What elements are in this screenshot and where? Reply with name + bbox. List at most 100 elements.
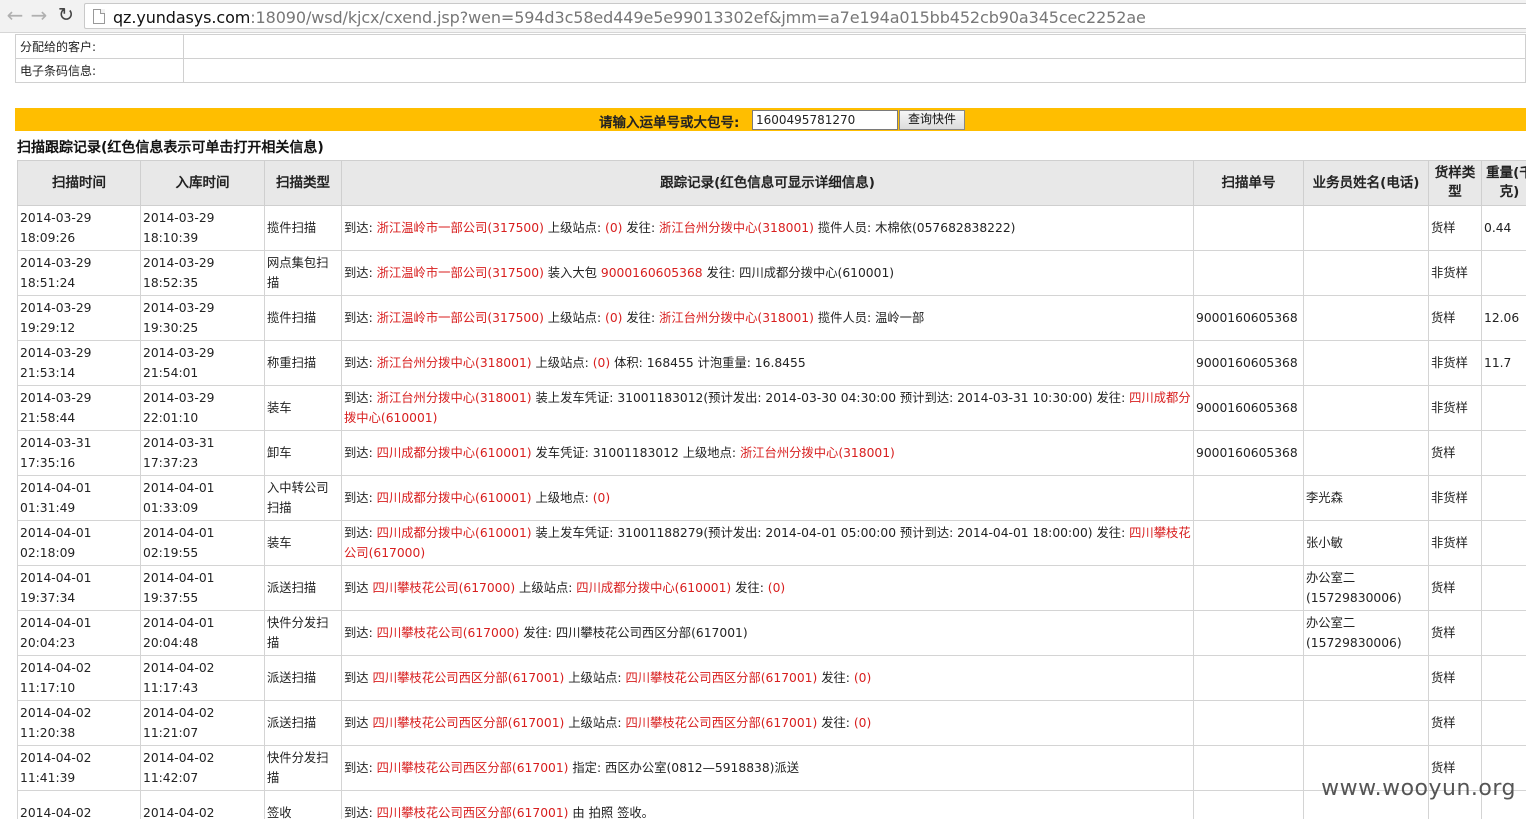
track-text: 发往: [817, 716, 854, 730]
scan-time-cell-date: 2014-04-02 [20, 661, 92, 675]
search-bar: 请输入运单号或大包号: 查询快件 [15, 108, 1526, 131]
weight-cell: 0.44 [1481, 205, 1526, 251]
track-link[interactable]: 四川攀枝花公司西区分部(617001) [373, 671, 565, 685]
staff-cell [1303, 700, 1429, 746]
in-time-cell-clock: 19:37:55 [143, 591, 199, 605]
in-time-cell-date: 2014-03-29 [143, 211, 215, 225]
track-link[interactable]: 四川攀枝花公司西区分部(617001) [625, 671, 817, 685]
header-weight: 重量(千克) [1481, 160, 1526, 206]
track-link[interactable]: 浙江温岭市一部公司(317500) [377, 266, 544, 280]
track-link[interactable]: (0) [605, 311, 622, 325]
track-link[interactable]: (0) [854, 671, 871, 685]
track-link[interactable]: 四川成都分拨中心(610001) [576, 581, 731, 595]
scan-time-cell: 2014-04-01 01:31:49 [17, 475, 141, 521]
scan-time-cell-date: 2014-03-29 [20, 211, 92, 225]
track-link[interactable]: 浙江温岭市一部公司(317500) [377, 221, 544, 235]
table-row: 2014-03-29 18:09:26 2014-03-29 18:10:39 揽件扫描… [17, 205, 1526, 251]
goods-type-cell: 货样 [1428, 700, 1482, 746]
track-text: 揽件人员: 木棉依(057682838222) [813, 221, 1016, 235]
scan-time-cell-clock: 17:35:16 [20, 456, 76, 470]
scan-type-cell: 快件分发扫描 [264, 610, 342, 656]
back-arrow-icon[interactable]: ← [4, 4, 26, 26]
tracking-table: 扫描时间 入库时间 扫描类型 跟踪记录(红色信息可显示详细信息) 扫描单号 业务… [17, 160, 1526, 819]
url-path: :18090/wsd/kjcx/cxend.jsp?wen=594d3c58ed… [250, 8, 1146, 27]
info-table: 分配给的客户: 电子条码信息: [15, 34, 1526, 83]
scan-time-cell-date: 2014-04-01 [20, 526, 92, 540]
track-text: 上级站点: [564, 716, 626, 730]
url-text[interactable]: qz.yundasys.com:18090/wsd/kjcx/cxend.jsp… [113, 8, 1146, 27]
query-button[interactable]: 查询快件 [899, 110, 965, 130]
in-time-cell: 2014-03-29 18:10:39 [140, 205, 265, 251]
track-link[interactable]: 四川攀枝花公司(617000) [373, 581, 516, 595]
forward-arrow-icon[interactable]: → [28, 4, 50, 26]
track-link[interactable]: 浙江台州分拨中心(318001) [377, 391, 532, 405]
track-text: 体积: 168455 计泡重量: 16.8455 [610, 356, 806, 370]
page-icon [93, 9, 105, 24]
in-time-cell-clock: 11:21:07 [143, 726, 199, 740]
track-link[interactable]: 9000160605368 [601, 266, 703, 280]
scan-no-cell [1193, 565, 1304, 611]
reload-icon[interactable]: ↻ [55, 4, 77, 26]
track-text: 到达: [344, 806, 377, 819]
table-row: 2014-03-29 21:53:14 2014-03-29 21:54:01 称重扫描… [17, 340, 1526, 386]
in-time-cell: 2014-03-31 17:37:23 [140, 430, 265, 476]
in-time-cell: 2014-04-01 19:37:55 [140, 565, 265, 611]
track-record-cell: 到达: 四川成都分拨中心(610001) 发车凭证: 31001183012 上… [341, 430, 1194, 476]
track-text: 装上发车凭证: 31001183012(预计发出: 2014-03-30 04:… [531, 391, 1130, 405]
staff-cell [1303, 430, 1429, 476]
scan-time-cell: 2014-04-02 11:17:10 [17, 655, 141, 701]
track-link[interactable]: 浙江台州分拨中心(318001) [659, 311, 814, 325]
scan-type-cell: 装车 [264, 520, 342, 566]
address-bar[interactable]: qz.yundasys.com:18090/wsd/kjcx/cxend.jsp… [84, 3, 1526, 29]
goods-type-cell: 非货样 [1428, 385, 1482, 431]
track-link[interactable]: 四川攀枝花公司西区分部(617001) [377, 806, 569, 819]
in-time-cell: 2014-04-02 [140, 790, 265, 819]
goods-type-cell: 非货样 [1428, 520, 1482, 566]
track-link[interactable]: 四川攀枝花公司(617000) [377, 626, 520, 640]
goods-type-cell: 货样 [1428, 565, 1482, 611]
track-link[interactable]: 四川成都分拨中心(610001) [377, 446, 532, 460]
track-text: 揽件人员: 温岭一部 [813, 311, 925, 325]
header-staff: 业务员姓名(电话) [1303, 160, 1429, 206]
waybill-input[interactable] [752, 110, 898, 130]
staff-cell: 李光森 [1303, 475, 1429, 521]
track-text: 指定: 西区办公室(0812—5918838)派送 [568, 761, 800, 775]
scan-time-cell: 2014-03-29 21:53:14 [17, 340, 141, 386]
track-link[interactable]: 浙江台州分拨中心(318001) [659, 221, 814, 235]
track-link[interactable]: 浙江台州分拨中心(318001) [740, 446, 895, 460]
in-time-cell-date: 2014-03-29 [143, 301, 215, 315]
in-time-cell-clock: 01:33:09 [143, 501, 199, 515]
in-time-cell-date: 2014-04-02 [143, 751, 215, 765]
track-text: 到达: [344, 311, 377, 325]
track-text: 装入大包 [543, 266, 601, 280]
track-link[interactable]: 四川攀枝花公司西区分部(617001) [625, 716, 817, 730]
track-text: 装上发车凭证: 31001188279(预计发出: 2014-04-01 05:… [531, 526, 1130, 540]
scan-time-cell-clock: 01:31:49 [20, 501, 76, 515]
track-text: 到达: [344, 446, 377, 460]
track-link[interactable]: 四川攀枝花公司西区分部(617001) [373, 716, 565, 730]
track-link[interactable]: 四川攀枝花公司西区分部(617001) [377, 761, 569, 775]
goods-type-cell: 非货样 [1428, 340, 1482, 386]
table-row: 2014-04-01 19:37:34 2014-04-01 19:37:55 派送扫描… [17, 565, 1526, 611]
track-link[interactable]: (0) [854, 716, 871, 730]
table-row: 2014-03-29 18:51:24 2014-03-29 18:52:35 网点集包… [17, 250, 1526, 296]
track-link[interactable]: 浙江温岭市一部公司(317500) [377, 311, 544, 325]
header-goods-type: 货样类型 [1428, 160, 1482, 206]
track-link[interactable]: (0) [768, 581, 785, 595]
scan-time-cell-clock: 19:37:34 [20, 591, 76, 605]
scan-no-cell [1193, 205, 1304, 251]
in-time-cell-date: 2014-04-01 [143, 571, 215, 585]
track-link[interactable]: 四川成都分拨中心(610001) [377, 526, 532, 540]
track-text: 发往: [817, 671, 854, 685]
track-link[interactable]: 四川成都分拨中心(610001) [377, 491, 532, 505]
track-link[interactable]: 浙江台州分拨中心(318001) [377, 356, 532, 370]
track-link[interactable]: (0) [605, 221, 622, 235]
track-record-cell: 到达: 四川攀枝花公司西区分部(617001) 由 拍照 签收。 [341, 790, 1194, 819]
scan-no-cell: 9000160605368 [1193, 340, 1304, 386]
scan-type-cell: 揽件扫描 [264, 295, 342, 341]
table-row: 2014-04-01 02:18:09 2014-04-01 02:19:55 装车 到达… [17, 520, 1526, 566]
track-text: 到达 [344, 671, 373, 685]
track-link[interactable]: (0) [593, 356, 610, 370]
track-link[interactable]: (0) [593, 491, 610, 505]
track-record-cell: 到达: 四川成都分拨中心(610001) 上级地点: (0) [341, 475, 1194, 521]
